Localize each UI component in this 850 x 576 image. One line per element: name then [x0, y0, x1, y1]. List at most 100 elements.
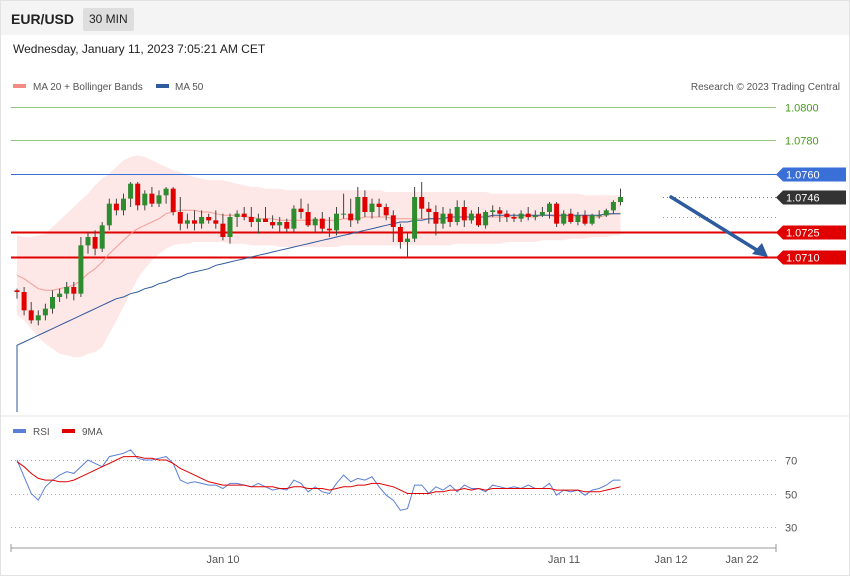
- candle-body: [291, 208, 297, 229]
- candle-body: [554, 203, 560, 224]
- candle-body: [14, 290, 20, 292]
- candle-body: [532, 215, 538, 217]
- candle-body: [121, 198, 126, 211]
- legend-9ma-swatch: [62, 429, 75, 433]
- candle-body: [440, 213, 446, 224]
- candle-body: [362, 197, 368, 212]
- candle-body: [397, 227, 403, 242]
- candle-body: [28, 310, 34, 321]
- candle-body: [85, 237, 91, 246]
- candle: [78, 237, 84, 297]
- candle-body: [298, 208, 304, 212]
- candle-body: [284, 222, 290, 229]
- candle-body: [305, 212, 311, 226]
- candle-body: [170, 188, 176, 212]
- candle-body: [454, 207, 460, 222]
- candle-body: [412, 197, 418, 239]
- candle-body: [184, 220, 190, 224]
- candle-body: [376, 203, 382, 207]
- candle-body: [490, 210, 496, 212]
- candle-body: [582, 215, 588, 224]
- candle-body: [135, 183, 141, 206]
- forecast-arrow-shaft: [669, 195, 762, 254]
- candle-body: [277, 222, 283, 226]
- candle-body: [241, 213, 247, 217]
- candle-body: [78, 245, 84, 294]
- candle-body: [355, 197, 361, 221]
- candle-body: [447, 213, 453, 222]
- candle-body: [227, 217, 233, 237]
- candle-body: [35, 315, 41, 321]
- rsi-9ma-line: [16, 456, 621, 494]
- candle-body: [21, 292, 27, 311]
- candle-body: [255, 218, 261, 222]
- resistance-price-label: 1.0760: [786, 170, 820, 182]
- candle-body: [106, 203, 112, 226]
- candle-body: [426, 208, 432, 212]
- credit-text: Research © 2023 Trading Central: [691, 82, 840, 93]
- candle: [554, 202, 560, 227]
- candle-body: [390, 215, 396, 227]
- rsi-pane: 30 50 70: [11, 449, 797, 535]
- candle-body: [128, 183, 134, 199]
- x-tick-label: Jan 22: [725, 554, 758, 566]
- support-price-label: 1.0710: [786, 253, 820, 265]
- legend-ma50-swatch: [156, 84, 169, 88]
- candle-body: [99, 225, 105, 249]
- candle-body: [511, 217, 517, 219]
- candle-body: [341, 213, 347, 215]
- candle-body: [568, 213, 574, 222]
- candle-body: [192, 220, 197, 224]
- x-tick-label: Jan 10: [206, 554, 239, 566]
- candle-body: [42, 308, 48, 316]
- x-tick-label: Jan 12: [654, 554, 687, 566]
- candle-body: [468, 213, 474, 221]
- support-price-label: 1.0725: [786, 228, 820, 240]
- candle-body: [525, 213, 531, 217]
- legend-9ma-label: 9MA: [82, 427, 103, 438]
- candle-body: [497, 210, 503, 214]
- candle-body: [270, 222, 276, 226]
- candle-body: [575, 215, 581, 222]
- last-price-label: 1.0746: [786, 193, 820, 205]
- legend-rsi-label: RSI: [33, 427, 50, 438]
- candle-body: [461, 207, 467, 221]
- candle-body: [156, 195, 162, 204]
- candle-body: [177, 212, 183, 224]
- legend-ma50-label: MA 50: [175, 82, 204, 93]
- candle-body: [163, 188, 169, 196]
- candle-body: [483, 212, 489, 226]
- candle-body: [539, 212, 545, 216]
- rsi-tick-label: 50: [785, 490, 797, 502]
- target-level-label: 1.0800: [785, 103, 819, 115]
- candle-body: [149, 193, 155, 204]
- forecast-arrow: [669, 195, 768, 257]
- candle-body: [92, 237, 98, 249]
- candle-body: [504, 213, 510, 217]
- candle-body: [603, 210, 609, 216]
- candle-body: [369, 203, 375, 212]
- candle-body: [64, 287, 70, 294]
- price-chart: MA 20 + Bollinger Bands MA 50 Research ©…: [1, 82, 849, 566]
- candle-body: [419, 197, 425, 209]
- candle-body: [334, 213, 339, 231]
- candle-body: [405, 238, 410, 242]
- candle: [170, 187, 176, 216]
- candle-body: [319, 218, 325, 229]
- candle-body: [476, 213, 481, 226]
- target-level-label: 1.0780: [785, 136, 819, 148]
- candle-body: [234, 213, 240, 217]
- candle-body: [596, 215, 602, 217]
- candle-body: [50, 297, 55, 309]
- candle-body: [561, 213, 567, 224]
- candle: [589, 213, 595, 226]
- x-tick-label: Jan 11: [548, 554, 580, 566]
- legend-ma20-swatch: [13, 84, 26, 88]
- candle-body: [199, 217, 205, 224]
- candle-body: [433, 212, 439, 224]
- candle-body: [547, 203, 552, 212]
- rsi-tick-label: 70: [785, 456, 797, 468]
- candle-body: [71, 287, 77, 294]
- candle-body: [348, 213, 354, 221]
- candle: [99, 222, 105, 252]
